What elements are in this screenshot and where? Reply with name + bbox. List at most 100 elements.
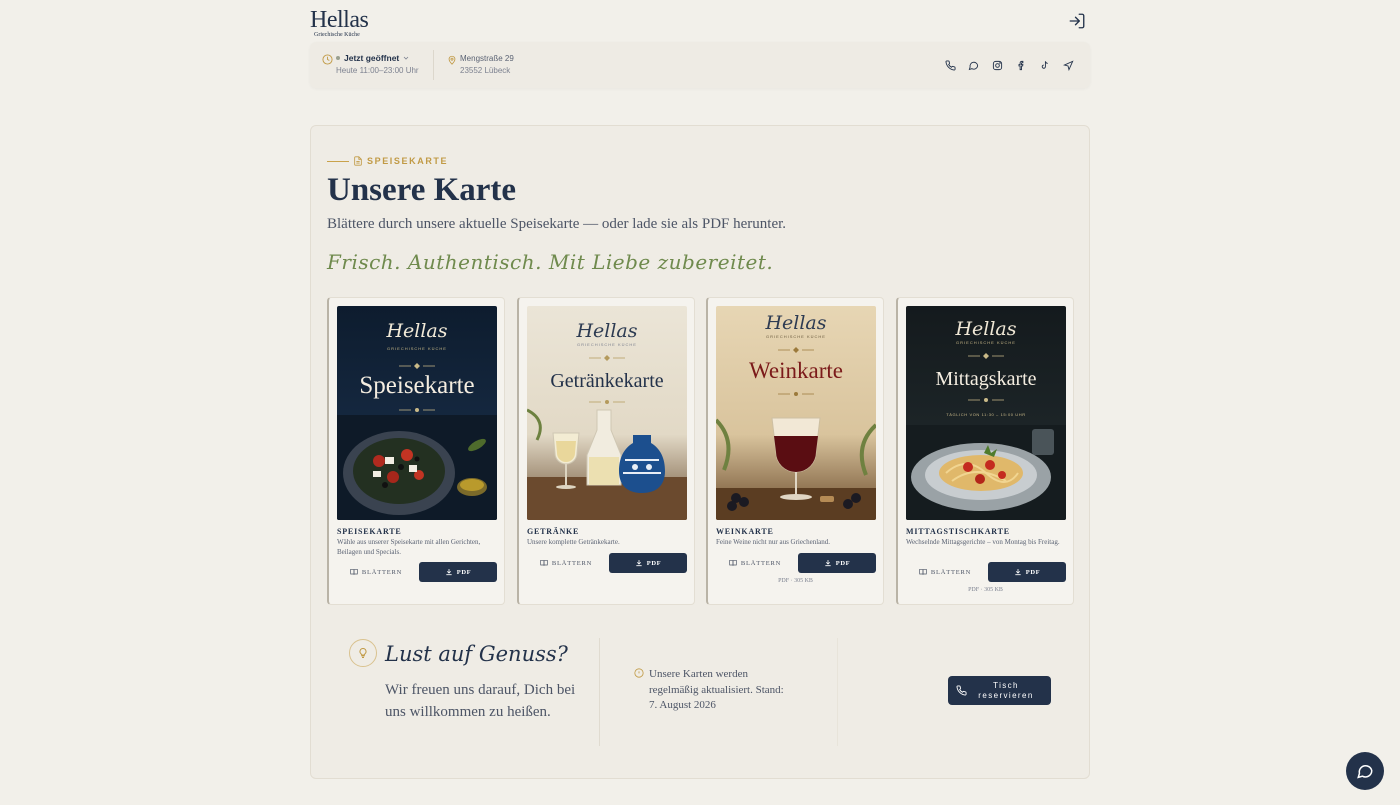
ornament-icon xyxy=(589,355,625,361)
browse-button[interactable]: BLÄTTERN xyxy=(337,562,415,582)
book-icon xyxy=(540,560,548,566)
ornament-icon xyxy=(399,363,435,369)
logo[interactable]: Hellas Griechische Küche xyxy=(310,8,390,38)
browse-button[interactable]: BLÄTTERN xyxy=(906,562,984,582)
address-street[interactable]: Mengstraße 29 xyxy=(460,54,514,63)
ornament-icon xyxy=(399,408,435,412)
update-note: Unsere Karten werden regelmäßig aktualis… xyxy=(649,668,784,711)
menu-card-weinkarte: Hellas GRIECHISCHE KÜCHE Weinkarte WEINK… xyxy=(706,297,884,605)
card-title: SPEISEKARTE xyxy=(337,527,402,536)
cover-logo: Hellas xyxy=(576,320,638,342)
menu-cover[interactable]: Hellas GRIECHISCHE KÜCHE Mittagskarte TÄ… xyxy=(906,306,1066,520)
pdf-download-button[interactable]: PDF xyxy=(609,553,687,573)
browse-label: BLÄTTERN xyxy=(930,568,972,576)
menu-card-getraenke: Hellas GRIECHISCHE KÜCHE Getränkekarte G… xyxy=(517,297,695,605)
document-icon xyxy=(354,156,362,166)
opening-hours: Heute 11:00–23:00 Uhr xyxy=(336,66,419,75)
card-title: GETRÄNKE xyxy=(527,527,580,536)
cover-logo: Hellas xyxy=(955,318,1017,340)
cta-heading: Lust auf Genuss? xyxy=(385,642,568,666)
logo-wordmark: Hellas xyxy=(310,7,369,33)
section-eyebrow: SPEISEKARTE xyxy=(367,156,449,166)
pdf-download-button[interactable]: PDF xyxy=(988,562,1066,582)
reserve-table-button[interactable]: Tisch reservieren xyxy=(948,676,1051,705)
menu-card-mittagskarte: Hellas GRIECHISCHE KÜCHE Mittagskarte TÄ… xyxy=(896,297,1074,605)
ornament-icon xyxy=(778,347,814,353)
page-title: Unsere Karte xyxy=(327,172,517,208)
lightbulb-badge xyxy=(349,639,377,667)
divider xyxy=(599,638,600,746)
address-city: 23552 Lübeck xyxy=(460,66,511,75)
pdf-label: PDF xyxy=(456,568,472,576)
tiktok-icon[interactable] xyxy=(1035,56,1053,74)
pdf-download-button[interactable]: PDF xyxy=(798,553,876,573)
eyebrow-line xyxy=(327,161,349,162)
card-description: Wähle aus unserer Speisekarte mit allen … xyxy=(337,538,481,556)
cover-title: Mittagskarte xyxy=(935,368,1037,390)
pdf-label: PDF xyxy=(835,559,851,567)
card-title: WEINKARTE xyxy=(716,527,774,536)
login-icon[interactable] xyxy=(1068,12,1086,30)
card-description: Wechselnde Mittagsgerichte – von Montag … xyxy=(906,538,1060,546)
reserve-label: Tisch reservieren xyxy=(978,681,1034,700)
pdf-file-size: PDF · 305 KB xyxy=(968,587,1003,593)
ornament-icon xyxy=(968,353,1004,359)
cover-subtitle: GRIECHISCHE KÜCHE xyxy=(956,340,1016,345)
cover-subtitle: GRIECHISCHE KÜCHE xyxy=(577,342,637,347)
card-description: Unsere komplette Getränkekarte. xyxy=(527,538,620,546)
cta-text: Wir freuen uns darauf, Dich bei uns will… xyxy=(385,682,576,720)
navigation-icon[interactable] xyxy=(1059,56,1077,74)
browse-label: BLÄTTERN xyxy=(551,559,593,567)
book-icon xyxy=(919,569,927,575)
cover-title: Weinkarte xyxy=(749,358,843,383)
chat-button[interactable] xyxy=(1346,752,1384,790)
opening-status[interactable]: Jetzt geöffnet xyxy=(344,53,399,63)
browse-label: BLÄTTERN xyxy=(361,568,403,576)
info-bar: Jetzt geöffnet Heute 11:00–23:00 Uhr Men… xyxy=(310,42,1090,88)
book-icon xyxy=(729,560,737,566)
menu-cover[interactable]: Hellas GRIECHISCHE KÜCHE Getränkekarte xyxy=(527,306,687,520)
browse-button[interactable]: BLÄTTERN xyxy=(716,553,794,573)
pasta-plate-image xyxy=(906,425,1066,520)
facebook-icon[interactable] xyxy=(1012,56,1030,74)
chat-bubble-icon xyxy=(1357,764,1373,779)
ornament-icon xyxy=(778,392,814,396)
phone-icon[interactable] xyxy=(941,56,959,74)
card-title: MITTAGSTISCHKARTE xyxy=(906,527,1010,536)
cover-logo: Hellas xyxy=(765,312,827,334)
download-icon xyxy=(1015,569,1021,576)
menu-cover[interactable]: Hellas GRIECHISCHE KÜCHE Weinkarte xyxy=(716,306,876,520)
book-icon xyxy=(350,569,358,575)
red-wine-glass-image xyxy=(716,417,876,520)
card-description: Feine Weine nicht nur aus Griechenland. xyxy=(716,538,830,546)
menu-section: SPEISEKARTE Unsere Karte Blättere durch … xyxy=(310,125,1090,779)
pdf-file-size: PDF · 305 KB xyxy=(778,578,813,584)
pdf-download-button[interactable]: PDF xyxy=(419,562,497,582)
download-icon xyxy=(446,569,452,576)
map-pin-icon xyxy=(448,55,456,65)
tagline: Frisch. Authentisch. Mit Liebe zubereite… xyxy=(327,250,774,274)
instagram-icon[interactable] xyxy=(988,56,1006,74)
download-icon xyxy=(636,560,642,567)
divider xyxy=(837,638,838,746)
menu-cover[interactable]: Hellas GRIECHISCHE KÜCHE Speisekarte xyxy=(337,306,497,520)
download-icon xyxy=(825,560,831,567)
phone-icon xyxy=(956,685,967,696)
cover-subtitle: GRIECHISCHE KÜCHE xyxy=(766,334,826,339)
chevron-down-icon[interactable] xyxy=(402,54,410,62)
logo-subtitle: Griechische Küche xyxy=(314,32,360,38)
browse-button[interactable]: BLÄTTERN xyxy=(527,553,605,573)
section-lead: Blättere durch unsere aktuelle Speisekar… xyxy=(327,216,787,232)
cover-title: Speisekarte xyxy=(359,372,475,399)
salad-bowl-image xyxy=(337,415,497,520)
divider xyxy=(433,50,434,80)
status-dot xyxy=(336,56,340,60)
pdf-label: PDF xyxy=(1025,568,1041,576)
cover-logo: Hellas xyxy=(386,320,448,342)
browse-label: BLÄTTERN xyxy=(740,559,782,567)
whatsapp-icon[interactable] xyxy=(964,56,982,74)
menu-card-speisekarte: Hellas GRIECHISCHE KÜCHE Speisekarte SPE… xyxy=(327,297,505,605)
cover-title: Getränkekarte xyxy=(550,370,664,392)
cover-subtitle: GRIECHISCHE KÜCHE xyxy=(387,346,447,351)
info-icon xyxy=(634,668,644,678)
